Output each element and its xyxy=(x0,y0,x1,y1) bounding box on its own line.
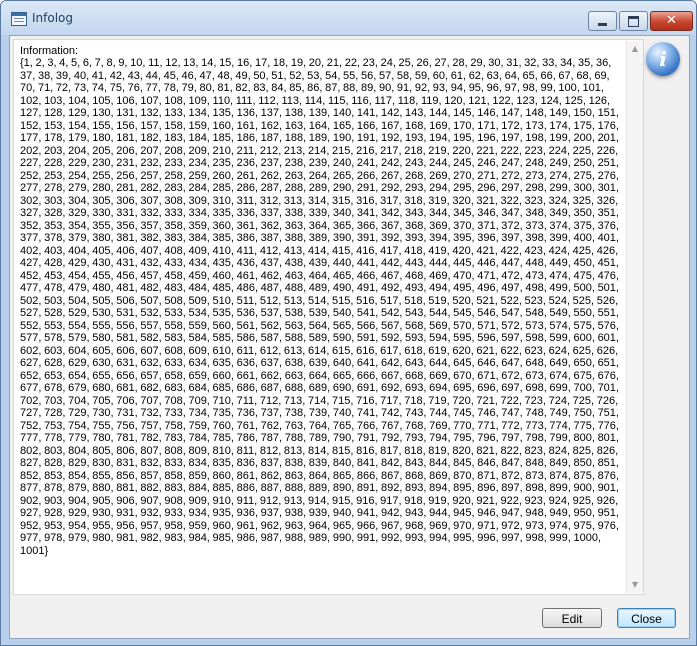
vertical-scrollbar[interactable]: ▲ ▼ xyxy=(626,41,643,593)
message-pane[interactable]: Information: {1, 2, 3, 4, 5, 6, 7, 8, 9,… xyxy=(13,39,644,595)
window-close-button[interactable]: ✕ xyxy=(650,11,693,31)
close-icon: ✕ xyxy=(666,13,677,28)
minimize-icon xyxy=(598,23,607,26)
infolog-window: Infolog ✕ Information: {1, 2, 3, 4, 5, 6… xyxy=(0,0,697,646)
message-heading: Information: xyxy=(20,45,79,57)
maximize-button[interactable] xyxy=(619,11,648,31)
scroll-up-arrow-icon[interactable]: ▲ xyxy=(627,41,643,57)
close-button[interactable]: Close xyxy=(617,608,676,628)
scroll-down-arrow-icon[interactable]: ▼ xyxy=(627,577,643,593)
dialog-body: Information: {1, 2, 3, 4, 5, 6, 7, 8, 9,… xyxy=(9,35,690,639)
info-icon: i xyxy=(646,42,680,76)
edit-button[interactable]: Edit xyxy=(542,608,602,628)
infolog-window-icon xyxy=(11,12,27,26)
maximize-icon xyxy=(628,16,639,27)
window-title: Infolog xyxy=(32,11,74,25)
minimize-button[interactable] xyxy=(588,11,617,31)
title-bar[interactable]: Infolog ✕ xyxy=(1,1,696,35)
message-text: {1, 2, 3, 4, 5, 6, 7, 8, 9, 10, 11, 12, … xyxy=(20,57,619,557)
